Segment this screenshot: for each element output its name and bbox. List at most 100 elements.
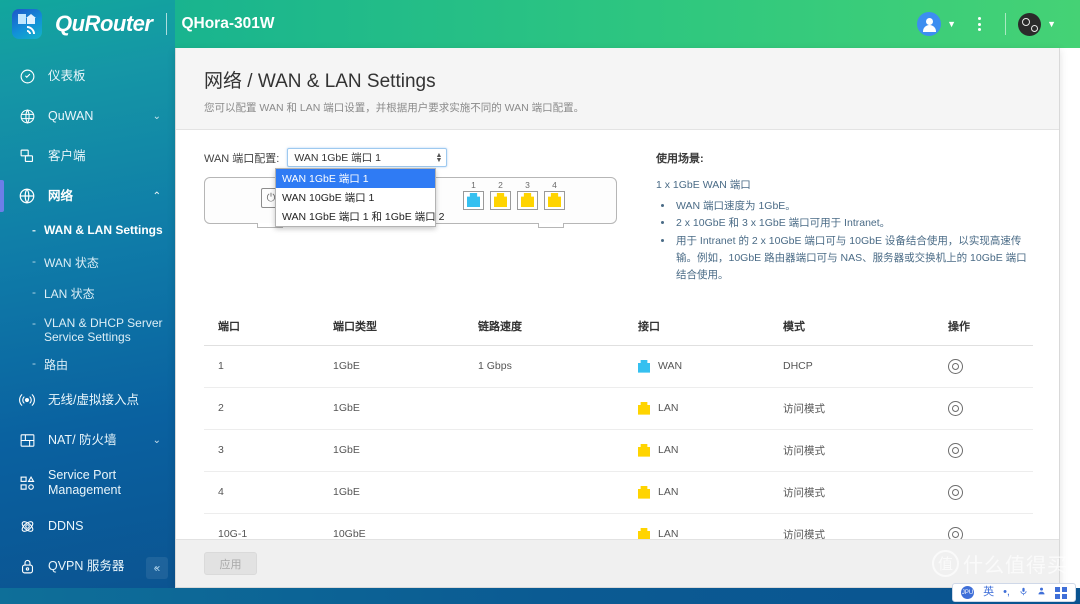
device-port-number: 3: [525, 180, 530, 190]
gear-icon[interactable]: [948, 484, 963, 500]
ime-mode-label[interactable]: 英: [983, 587, 994, 598]
table-row[interactable]: 2 1GbE LAN 访问模式: [204, 387, 1033, 430]
usage-scenarios-title: 使用场景:: [656, 153, 704, 165]
network-globe-icon: [14, 187, 40, 205]
cell-type: 1GbE: [319, 345, 464, 388]
sidebar-item-ddns[interactable]: DDNS: [0, 506, 175, 546]
dash-icon: -: [32, 356, 36, 370]
gear-icon[interactable]: [948, 400, 963, 416]
microphone-icon[interactable]: [1019, 586, 1028, 600]
chevron-down-icon[interactable]: ⌄: [153, 435, 161, 446]
column-header-link-speed: 链路速度: [464, 306, 624, 346]
user-avatar-icon[interactable]: [917, 12, 942, 36]
column-header-port-type: 端口类型: [319, 306, 464, 346]
sidebar-item-label: 客户端: [48, 148, 86, 163]
chevron-up-icon[interactable]: ⌃: [153, 191, 161, 202]
device-port-1[interactable]: 1: [463, 180, 484, 210]
cell-mode: DHCP: [769, 345, 934, 388]
cell-interface-label: LAN: [658, 402, 679, 415]
table-row[interactable]: 3 1GbE LAN 访问模式: [204, 429, 1033, 472]
sidebar-item-routing[interactable]: - 路由: [0, 349, 175, 380]
sidebar-item-clients[interactable]: 客户端: [0, 136, 175, 176]
device-foot-right: [538, 223, 564, 228]
sidebar-item-label: DDNS: [48, 518, 84, 533]
cell-type: 1GbE: [319, 471, 464, 514]
cell-action: [934, 387, 1033, 430]
wan-config-section: WAN 端口配置: WAN 1GbE 端口 1 ▲ ▼ WAN 1GbE 端口 1…: [204, 148, 634, 228]
sidebar-subitem-label: WAN 状态: [44, 256, 99, 270]
dash-icon: -: [32, 285, 36, 299]
keyboard-grid-icon[interactable]: [1055, 586, 1067, 599]
sidebar-item-dashboard[interactable]: 仪表板: [0, 56, 175, 96]
sidebar-item-network[interactable]: 网络 ⌃: [0, 176, 175, 216]
sidebar-item-label: QuWAN: [48, 108, 94, 123]
cell-interface: WAN: [624, 345, 769, 388]
wan-port-config-selected-value: WAN 1GbE 端口 1: [294, 152, 381, 164]
device-port-2[interactable]: 2: [490, 180, 511, 210]
wan-port-config-dropdown[interactable]: WAN 1GbE 端口 1 WAN 10GbE 端口 1 WAN 1GbE 端口…: [275, 168, 444, 227]
rj45-jack-icon: [494, 193, 507, 207]
lock-icon: [14, 558, 40, 575]
brand-divider: [166, 13, 168, 35]
more-vertical-icon[interactable]: [966, 17, 993, 31]
sidebar-nav: 仪表板 QuWAN ⌄ 客户端 网络 ⌃ - WAN & LAN Setting…: [0, 56, 175, 604]
rj45-jack-icon: [521, 193, 534, 207]
table-row[interactable]: 4 1GbE LAN 访问模式: [204, 471, 1033, 514]
user-icon[interactable]: [1037, 586, 1046, 599]
sidebar-item-wireless-ap[interactable]: 无线/虚拟接入点: [0, 380, 175, 420]
sidebar-item-vlan-dhcp[interactable]: - VLAN & DHCP Server Service Settings: [0, 309, 175, 349]
page-description: 您可以配置 WAN 和 LAN 端口设置，并根据用户要求实施不同的 WAN 端口…: [204, 102, 585, 114]
device-port-4[interactable]: 4: [544, 180, 565, 210]
device-port-3[interactable]: 3: [517, 180, 538, 210]
cell-interface-label: LAN: [658, 444, 679, 457]
cell-interface: LAN: [624, 471, 769, 514]
dashboard-icon: [14, 68, 40, 85]
sidebar-subnav-network: - WAN & LAN Settings - WAN 状态 - LAN 状态 -…: [0, 216, 175, 380]
dropdown-option-1gbe-port1-and-port2[interactable]: WAN 1GbE 端口 1 和 1GbE 端口 2: [276, 207, 444, 226]
gear-icon[interactable]: [948, 442, 963, 458]
apply-button[interactable]: 应用: [204, 552, 257, 575]
wan-port-config-select[interactable]: WAN 1GbE 端口 1 ▲ ▼: [287, 148, 448, 167]
sidebar-subitem-label: WAN & LAN Settings: [44, 223, 163, 237]
punctuation-icon[interactable]: •,: [1003, 587, 1010, 598]
chevron-down-icon[interactable]: ▼: [947, 19, 956, 29]
wireless-ap-icon: [14, 391, 40, 409]
top-header-bar: QuRouter QHora-301W ▼ ▼: [55, 0, 1080, 48]
ime-logo-icon[interactable]: JPU: [961, 586, 975, 599]
dash-icon: -: [32, 254, 36, 268]
dropdown-option-1gbe-port1[interactable]: WAN 1GbE 端口 1: [276, 169, 435, 188]
chevron-down-icon[interactable]: ⌄: [153, 111, 161, 122]
ime-toolbar[interactable]: JPU 英 •,: [952, 583, 1076, 602]
sidebar-item-lan-status[interactable]: - LAN 状态: [0, 278, 175, 309]
page-header: 网络 / WAN & LAN Settings 您可以配置 WAN 和 LAN …: [176, 48, 1059, 130]
cell-speed: [464, 471, 624, 514]
sidebar-item-nat-firewall[interactable]: NAT/ 防火墙 ⌄: [0, 420, 175, 460]
globe-dark-icon[interactable]: [1018, 12, 1042, 36]
sidebar-subitem-label: 路由: [44, 358, 69, 372]
device-port-number: 4: [552, 180, 557, 190]
table-header: 端口 端口类型 链路速度 接口 模式 操作: [204, 306, 1033, 346]
cell-mode: 访问模式: [769, 387, 934, 430]
cell-interface-label: WAN: [658, 360, 683, 373]
cell-interface-label: LAN: [658, 486, 679, 499]
sidebar-item-quwan[interactable]: QuWAN ⌄: [0, 96, 175, 136]
sidebar-subitem-label: LAN 状态: [44, 287, 95, 301]
router-home-wifi-icon: [12, 9, 42, 39]
gear-icon[interactable]: [948, 358, 963, 374]
table-row[interactable]: 1 1GbE 1 Gbps WAN DHCP: [204, 345, 1033, 388]
sidebar-item-label: QVPN 服务器: [48, 558, 125, 573]
column-header-mode: 模式: [769, 306, 934, 346]
column-header-interface: 接口: [624, 306, 769, 346]
rj45-jack-icon: [638, 443, 650, 457]
stepper-arrows-icon[interactable]: ▲ ▼: [435, 152, 442, 164]
device-port-number: 1: [471, 180, 476, 190]
sidebar-item-wan-lan-settings[interactable]: - WAN & LAN Settings: [0, 216, 175, 247]
dropdown-option-10gbe-port1[interactable]: WAN 10GbE 端口 1: [276, 188, 435, 207]
chevron-down-icon[interactable]: ▼: [1047, 19, 1056, 29]
sidebar-item-label: 网络: [48, 188, 74, 203]
sidebar-item-label: NAT/ 防火墙: [48, 432, 117, 447]
sidebar-item-service-port-management[interactable]: Service Port Management: [0, 460, 175, 506]
sidebar-collapse-button[interactable]: «: [146, 557, 168, 579]
sidebar-item-wan-status[interactable]: - WAN 状态: [0, 247, 175, 278]
cell-mode: 访问模式: [769, 471, 934, 514]
